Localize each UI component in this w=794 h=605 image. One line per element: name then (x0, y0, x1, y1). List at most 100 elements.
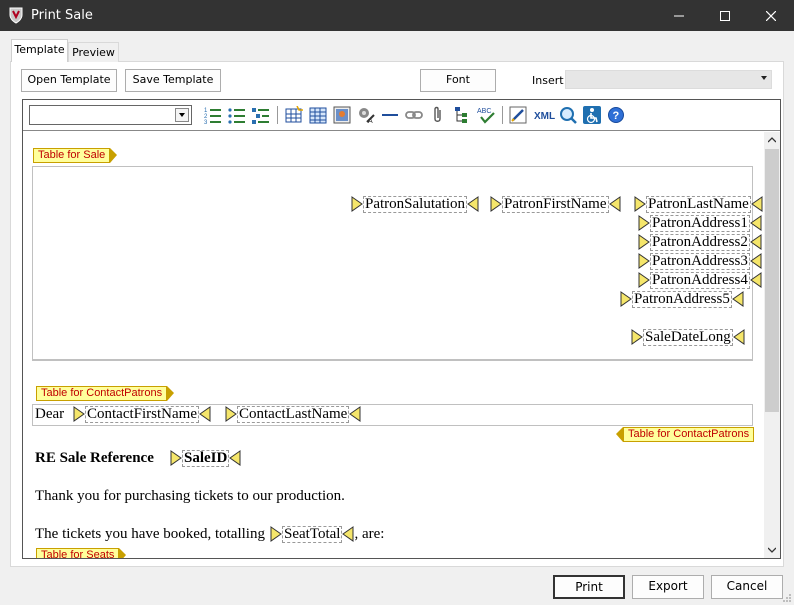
insert-dropdown[interactable] (565, 70, 772, 89)
field-end-marker-icon (467, 196, 479, 212)
contact-last-name-field[interactable]: ContactLastName (225, 405, 361, 423)
contact-first-name-field[interactable]: ContactFirstName (73, 405, 211, 423)
field-start-marker-icon (270, 526, 282, 542)
image-edit-icon[interactable]: A (357, 106, 375, 125)
patron-salutation-text: PatronSalutation (363, 195, 467, 213)
field-end-marker-icon (609, 196, 621, 212)
vertical-scrollbar[interactable] (764, 132, 780, 558)
font-button[interactable]: Font (420, 69, 496, 92)
style-dropdown[interactable] (29, 105, 192, 125)
field-end-marker-icon (199, 406, 211, 422)
field-start-marker-icon (631, 329, 643, 345)
resize-grip-icon[interactable] (782, 593, 792, 603)
patron-address4-text: PatronAddress4 (650, 271, 750, 289)
field-start-marker-icon (634, 196, 646, 212)
xml-icon[interactable]: XML (533, 106, 557, 124)
indent-list-icon[interactable] (252, 106, 270, 124)
patron-address2-field[interactable]: PatronAddress2 (638, 233, 762, 251)
field-end-marker-icon (750, 272, 762, 288)
close-button[interactable] (748, 0, 794, 31)
contact-last-name-text: ContactLastName (237, 405, 350, 423)
patron-first-name-text: PatronFirstName (502, 195, 609, 213)
field-start-marker-icon (490, 196, 502, 212)
document-area[interactable]: Table for Sale PatronSalutation PatronFi… (23, 132, 764, 558)
table-contact-end-tag: Table for ContactPatrons (615, 427, 755, 442)
field-start-marker-icon (638, 272, 650, 288)
accessibility-icon[interactable] (583, 106, 601, 124)
svg-text:A: A (368, 118, 373, 124)
chevron-down-icon[interactable] (175, 108, 189, 122)
patron-last-name-text: PatronLastName (646, 195, 751, 213)
table-sale-tag: Table for Sale (33, 148, 118, 163)
horizontal-rule-icon[interactable] (381, 106, 399, 124)
field-end-marker-icon (349, 406, 361, 422)
field-start-marker-icon (351, 196, 363, 212)
patron-first-name-field[interactable]: PatronFirstName (490, 195, 621, 213)
patron-salutation-field[interactable]: PatronSalutation (351, 195, 479, 213)
svg-text:?: ? (613, 110, 620, 122)
table-grid-icon[interactable] (309, 106, 327, 124)
patron-address3-text: PatronAddress3 (650, 252, 750, 270)
print-button[interactable]: Print (553, 575, 625, 599)
maximize-button[interactable] (702, 0, 748, 31)
editor-toolbar: 123 A ABC XML ? (23, 100, 780, 131)
patron-address3-field[interactable]: PatronAddress3 (638, 252, 762, 270)
scrollbar-thumb[interactable] (765, 149, 779, 412)
tree-icon[interactable] (453, 106, 471, 124)
open-template-button[interactable]: Open Template (21, 69, 117, 92)
toolbar-separator (502, 106, 503, 124)
spellcheck-icon[interactable]: ABC (477, 106, 495, 124)
tab-template[interactable]: Template (11, 39, 68, 62)
seat-total-text: SeatTotal (282, 525, 343, 543)
numbered-list-icon[interactable]: 123 (204, 106, 222, 126)
field-end-marker-icon (750, 215, 762, 231)
contact-first-name-text: ContactFirstName (85, 405, 199, 423)
field-start-marker-icon (620, 291, 632, 307)
tab-preview[interactable]: Preview (68, 42, 119, 62)
field-start-marker-icon (170, 450, 182, 466)
edit-source-icon[interactable] (509, 106, 527, 124)
window-title: Print Sale (31, 8, 93, 23)
field-end-marker-icon (750, 253, 762, 269)
field-start-marker-icon (638, 215, 650, 231)
attachment-icon[interactable] (429, 106, 447, 124)
seat-total-field[interactable]: SeatTotal , are: (270, 525, 384, 543)
patron-address5-field[interactable]: PatronAddress5 (620, 290, 744, 308)
patron-address1-field[interactable]: PatronAddress1 (638, 214, 762, 232)
scroll-up-icon[interactable] (768, 136, 776, 144)
bullet-list-icon[interactable] (228, 106, 246, 124)
minimize-button[interactable] (656, 0, 702, 31)
app-icon (8, 7, 24, 24)
dear-text: Dear (35, 406, 65, 422)
html-editor[interactable]: 123 A ABC XML ? Table for Sale PatronSal… (22, 99, 781, 559)
patron-last-name-field[interactable]: PatronLastName (634, 195, 763, 213)
toolbar-separator (277, 106, 278, 124)
title-bar: Print Sale (0, 0, 794, 31)
patron-address4-field[interactable]: PatronAddress4 (638, 271, 762, 289)
link-icon[interactable] (405, 106, 423, 124)
tickets-booked-text: The tickets you have booked, totalling (35, 526, 265, 542)
export-button[interactable]: Export (632, 575, 704, 599)
cancel-button[interactable]: Cancel (711, 575, 783, 599)
maximize-icon (720, 10, 730, 21)
re-sale-reference-text: RE Sale Reference (35, 450, 154, 466)
svg-text:ABC: ABC (477, 108, 491, 115)
field-end-marker-icon (733, 329, 745, 345)
scroll-down-icon[interactable] (768, 546, 776, 554)
table-contact-tag: Table for ContactPatrons (36, 386, 175, 401)
patron-address2-text: PatronAddress2 (650, 233, 750, 251)
field-end-marker-icon (750, 234, 762, 250)
help-icon[interactable]: ? (607, 106, 625, 124)
field-end-marker-icon (229, 450, 241, 466)
image-icon[interactable] (333, 106, 351, 124)
thank-you-text: Thank you for purchasing tickets to our … (35, 488, 345, 504)
table-insert-icon[interactable] (285, 105, 303, 124)
sale-id-field[interactable]: SaleID (170, 449, 241, 467)
save-template-button[interactable]: Save Template (125, 69, 221, 92)
xml-text: XML (534, 111, 555, 122)
preview-icon[interactable] (559, 106, 577, 124)
booked-suffix-text: , are: (354, 525, 385, 542)
sale-date-long-field[interactable]: SaleDateLong (631, 328, 745, 346)
table-seats-tag: Table for Seats (36, 548, 127, 558)
field-start-marker-icon (638, 234, 650, 250)
